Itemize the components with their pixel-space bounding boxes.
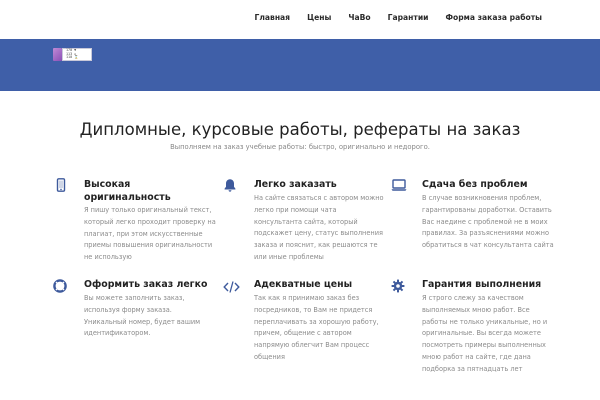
nav-link-prices[interactable]: Цены xyxy=(307,13,331,22)
page-title: Дипломные, курсовые работы, рефераты на … xyxy=(79,120,521,139)
feature-title: Сдача без проблем xyxy=(422,179,528,190)
main-menu: Главная Цены ЧаВо Гарантии Форма заказа … xyxy=(254,13,542,22)
laptop-icon xyxy=(391,178,407,192)
nav-link-order-form[interactable]: Форма заказа работы xyxy=(445,13,542,22)
nav-link-faq[interactable]: ЧаВо xyxy=(348,13,370,22)
nav-link-guarantees[interactable]: Гарантии xyxy=(388,13,429,22)
nav-link-home[interactable]: Главная xyxy=(254,13,290,22)
page-subtitle: Выполняем на заказ учебные работы: быстр… xyxy=(170,143,430,151)
gear-icon xyxy=(391,279,405,293)
logo-mark-icon xyxy=(53,48,62,61)
header-banner: 170 ▼ 113 ☑ 110 ⌛ xyxy=(0,39,600,91)
feature-text: Вы можете заполнить заказ, используя фор… xyxy=(84,294,201,338)
feature-title: Легко заказать xyxy=(254,179,337,190)
lifebuoy-icon xyxy=(53,279,67,293)
feature-text: Так как я принимаю заказ без посредников… xyxy=(254,294,379,361)
feature-text: В случае возникновения проблем, гарантир… xyxy=(422,194,554,250)
feature-title: Адекватные цены xyxy=(254,279,353,290)
logo-counter-line: 110 ⌛ xyxy=(66,55,79,60)
site-logo[interactable]: 170 ▼ 113 ☑ 110 ⌛ xyxy=(53,48,92,61)
feature-text: На сайте связаться с автором можно легко… xyxy=(254,194,384,261)
top-navigation: Главная Цены ЧаВо Гарантии Форма заказа … xyxy=(0,0,600,39)
code-icon xyxy=(223,280,240,294)
feature-title: Высокая оригинальность xyxy=(84,179,171,203)
feature-text: Я пишу только оригинальный текст, которы… xyxy=(84,206,216,262)
feature-text: Я строго слежу за качеством выполняемых … xyxy=(422,294,548,373)
bell-icon xyxy=(223,178,237,192)
mobile-icon xyxy=(54,178,68,192)
logo-counter-card: 170 ▼ 113 ☑ 110 ⌛ xyxy=(62,48,92,61)
feature-title: Оформить заказ легко xyxy=(84,279,208,290)
feature-title: Гарантия выполнения xyxy=(422,279,542,290)
